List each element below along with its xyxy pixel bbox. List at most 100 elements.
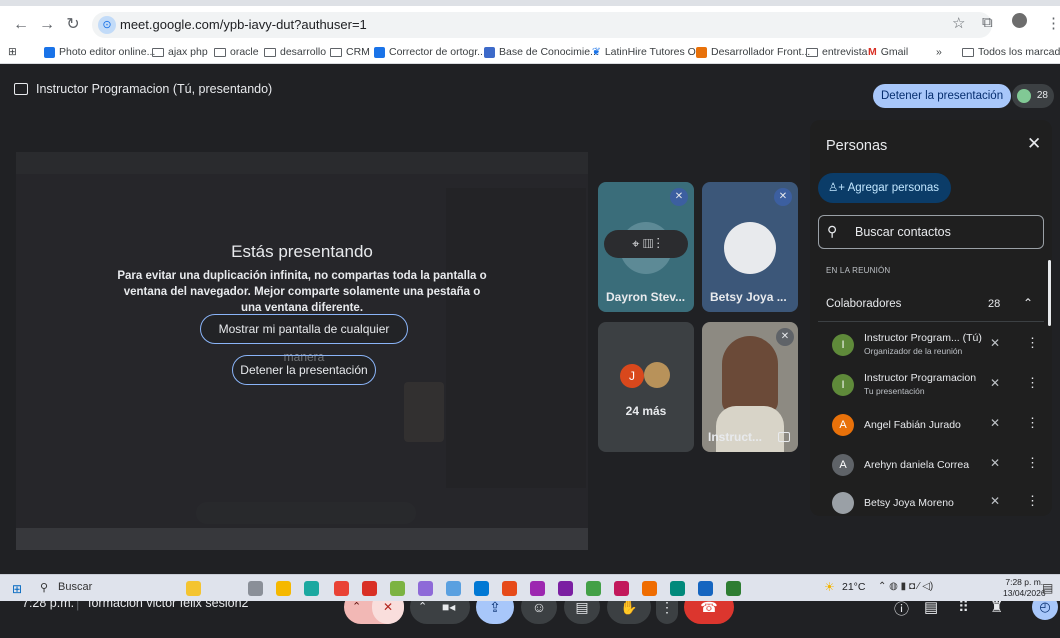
close-icon[interactable]: ✕	[1027, 134, 1041, 154]
bookmark-item[interactable]: ❦ LatinHire Tutores O...	[592, 46, 705, 58]
task-view-icon[interactable]	[248, 581, 263, 596]
participant-tile-betsy[interactable]: ✕ Betsy Joya ...	[702, 182, 798, 312]
folder-icon	[264, 47, 276, 57]
participant-row[interactable]: I Instructor Program... (Tú) Organizador…	[818, 326, 1044, 366]
bookmark-star-icon[interactable]: ☆	[952, 14, 965, 32]
word-icon[interactable]	[698, 581, 713, 596]
app-l-icon[interactable]	[362, 581, 377, 596]
reload-icon[interactable]: ↻	[62, 14, 84, 36]
app-icon[interactable]	[446, 581, 461, 596]
weather-temp[interactable]: 21°C	[842, 581, 865, 593]
extensions-icon[interactable]: ⧉	[982, 14, 993, 31]
back-icon[interactable]: ←	[10, 14, 32, 36]
more-options-icon[interactable]: ⋮	[1026, 375, 1039, 391]
profile-avatar[interactable]	[1012, 13, 1027, 28]
bookmark-item[interactable]: CRM	[330, 46, 370, 58]
hand-icon: ✋	[620, 599, 638, 615]
participant-row[interactable]: A Angel Fabián Jurado ✕ ⋮	[818, 406, 1044, 446]
search-contacts-input[interactable]: ⚲ Buscar contactos	[818, 215, 1044, 249]
avatar: I	[832, 334, 854, 356]
bookmark-item[interactable]: Todos los marcadores	[962, 46, 1060, 58]
meet-stage: Instructor Programacion (Tú, presentando…	[0, 64, 1060, 624]
dreamweaver-icon[interactable]	[614, 581, 629, 596]
muted-mic-icon: ✕	[670, 188, 688, 206]
collaborators-toggle[interactable]: Colaboradores 28 ⌃	[818, 286, 1044, 322]
participant-name: Betsy Joya ...	[710, 290, 787, 304]
bookmark-item[interactable]: Photo editor online...	[44, 46, 155, 58]
corrector-icon	[374, 46, 385, 58]
folder-icon	[806, 47, 818, 57]
system-tray-icons[interactable]: ⌃ ◍ ▮ ◘ ⁄ ◁)	[878, 581, 933, 592]
muted-mic-icon[interactable]: ✕	[990, 336, 1000, 350]
stop-presenting-button[interactable]: Detener la presentación	[873, 84, 1012, 108]
bookmark-item[interactable]: ajax php	[152, 46, 208, 58]
more-options-icon[interactable]: ⋮	[1026, 493, 1039, 509]
bookmark-item[interactable]: Base de Conocimie...	[484, 46, 599, 58]
taskbar-search[interactable]: Buscar	[58, 581, 92, 593]
apps-icon[interactable]: ⊞	[8, 46, 17, 58]
notepad-icon[interactable]	[390, 581, 405, 596]
muted-mic-icon[interactable]: ✕	[990, 456, 1000, 470]
panel-scrollbar[interactable]	[1048, 260, 1051, 326]
gmail-icon: M	[868, 46, 877, 58]
address-bar[interactable]: ⊙ meet.google.com/ypb-iavy-dut?authuser=…	[92, 12, 992, 38]
bookmark-item[interactable]: M Gmail	[868, 46, 908, 58]
copilot-icon[interactable]	[186, 581, 201, 596]
menu-icon[interactable]: ⋮	[1046, 14, 1060, 32]
bookmark-item[interactable]: oracle	[214, 46, 259, 58]
visual-studio-icon[interactable]	[418, 581, 433, 596]
avatar: I	[832, 374, 854, 396]
muted-mic-icon[interactable]: ✕	[990, 494, 1000, 508]
bookmark-item[interactable]: entrevista	[806, 46, 868, 58]
weather-icon: ☀	[824, 580, 835, 594]
stop-presenting-preview-button[interactable]: Detener la presentación	[232, 355, 376, 385]
participant-count-badge[interactable]: 28	[1012, 84, 1054, 108]
site-info-icon[interactable]: ⊙	[98, 16, 116, 34]
app-icon[interactable]	[530, 581, 545, 596]
info-icon[interactable]: ⓘ	[894, 598, 909, 619]
bookmark-item[interactable]: Desarrollador Front...	[696, 46, 810, 58]
more-options-icon[interactable]: ⋮	[1026, 415, 1039, 431]
clock[interactable]: 7:28 p. m. 13/04/2026	[1003, 577, 1046, 599]
muted-mic-icon[interactable]: ✕	[990, 416, 1000, 430]
windows-start-icon[interactable]: ⊞	[12, 582, 22, 596]
whatsapp-icon[interactable]	[586, 581, 601, 596]
participant-row[interactable]: A Arehyn daniela Correa ✕ ⋮	[818, 446, 1044, 486]
search-icon: ⚲	[827, 223, 838, 239]
participant-row[interactable]: I Instructor Programacion Tu presentació…	[818, 366, 1044, 406]
app-icon[interactable]	[642, 581, 657, 596]
edge-icon[interactable]	[304, 581, 319, 596]
notifications-icon[interactable]: ▤	[1042, 581, 1053, 595]
panel-title: Personas	[826, 138, 888, 154]
vscode-icon[interactable]	[474, 581, 489, 596]
more-participants-tile[interactable]: J 24 más	[598, 322, 694, 452]
avatar: A	[832, 454, 854, 476]
excel-icon[interactable]	[726, 581, 741, 596]
windows-taskbar: ⊞ ⚲ Buscar ☀ 21°C ⌃ ◍ ▮ ◘ ⁄ ◁) 7:28 p. m…	[0, 574, 1060, 601]
bookmark-item[interactable]: desarrollo	[264, 46, 326, 58]
app-icon[interactable]	[558, 581, 573, 596]
more-options-icon[interactable]: ⋮	[1026, 455, 1039, 471]
presenting-title: Estás presentando	[231, 242, 373, 261]
more-options-icon[interactable]: ⋮	[1026, 335, 1039, 351]
knowledge-base-icon	[484, 46, 495, 58]
file-explorer-icon[interactable]	[276, 581, 291, 596]
app-icon[interactable]	[502, 581, 517, 596]
bookmark-item[interactable]: Corrector de ortogr...	[374, 46, 486, 58]
avatar	[832, 492, 854, 514]
folder-icon	[214, 47, 226, 57]
bookmarks-overflow[interactable]: »	[936, 46, 942, 58]
show-screen-anyway-button[interactable]: Mostrar mi pantalla de cualquier manera	[200, 314, 408, 364]
tile-hover-controls[interactable]: ⌖ ▥ ⋮	[604, 230, 688, 258]
participant-tile-instructor[interactable]: ✕ Instruct...	[702, 322, 798, 452]
participant-row[interactable]: Betsy Joya Moreno ✕ ⋮	[818, 484, 1044, 516]
hang-up-icon: ☎	[700, 599, 718, 615]
app-icon[interactable]	[670, 581, 685, 596]
avatar	[644, 362, 670, 388]
forward-icon[interactable]: →	[36, 14, 58, 36]
add-people-button[interactable]: ♙+ Agregar personas	[818, 173, 952, 203]
muted-audio-icon[interactable]: ✕	[990, 376, 1000, 390]
participant-tile-dayron[interactable]: ✕ ⌖ ▥ ⋮ Dayron Stev...	[598, 182, 694, 312]
chrome-icon[interactable]	[334, 581, 349, 596]
participant-count: 28	[1036, 90, 1048, 101]
